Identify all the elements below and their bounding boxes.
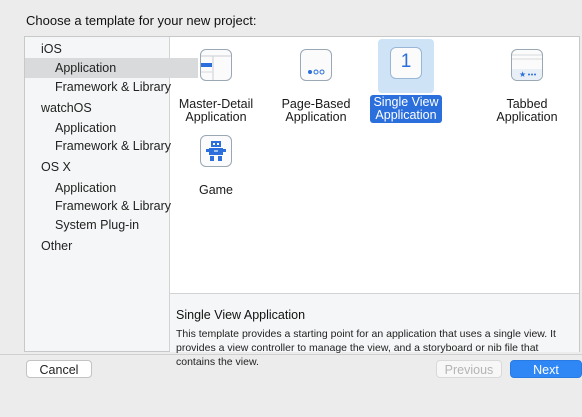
cancel-button[interactable]: Cancel bbox=[26, 360, 92, 378]
footer-divider bbox=[0, 354, 582, 355]
template-single-view[interactable]: 1 Single View Application bbox=[363, 39, 449, 123]
template-description: Single View Application This template pr… bbox=[170, 293, 579, 368]
template-game[interactable]: Game bbox=[173, 127, 259, 198]
svg-text:★: ★ bbox=[519, 70, 526, 79]
next-button[interactable]: Next bbox=[510, 360, 582, 378]
dialog-title: Choose a template for your new project: bbox=[26, 13, 257, 28]
page-based-icon bbox=[300, 49, 332, 81]
master-detail-icon bbox=[200, 49, 232, 81]
platform-sidebar: iOS Application Framework & Library watc… bbox=[25, 37, 198, 351]
template-panel: iOS Application Framework & Library watc… bbox=[24, 36, 580, 368]
template-master-detail[interactable]: Master-Detail Application bbox=[173, 41, 259, 125]
sidebar-item-osx[interactable]: OS X bbox=[25, 157, 184, 177]
tabbed-icon: ★ bbox=[511, 49, 543, 81]
template-grid: Master-Detail Application Page-Based App… bbox=[170, 37, 579, 289]
sidebar-item-watchos[interactable]: watchOS bbox=[25, 98, 184, 118]
template-label: Master-Detail Application bbox=[178, 97, 254, 124]
sidebar-item-ios[interactable]: iOS bbox=[25, 39, 184, 59]
previous-button[interactable]: Previous bbox=[436, 360, 502, 378]
template-label: Game bbox=[198, 183, 234, 197]
sidebar-item-other[interactable]: Other bbox=[25, 236, 184, 256]
template-label: Single View Application bbox=[370, 95, 442, 123]
template-label: Page-Based Application bbox=[281, 97, 351, 124]
template-page-based[interactable]: Page-Based Application bbox=[273, 41, 359, 125]
template-label: Tabbed Application bbox=[496, 97, 558, 124]
template-tabbed[interactable]: ★ Tabbed Application bbox=[484, 41, 570, 125]
game-icon bbox=[200, 135, 232, 167]
description-title: Single View Application bbox=[176, 308, 306, 322]
single-view-icon: 1 bbox=[390, 47, 422, 79]
